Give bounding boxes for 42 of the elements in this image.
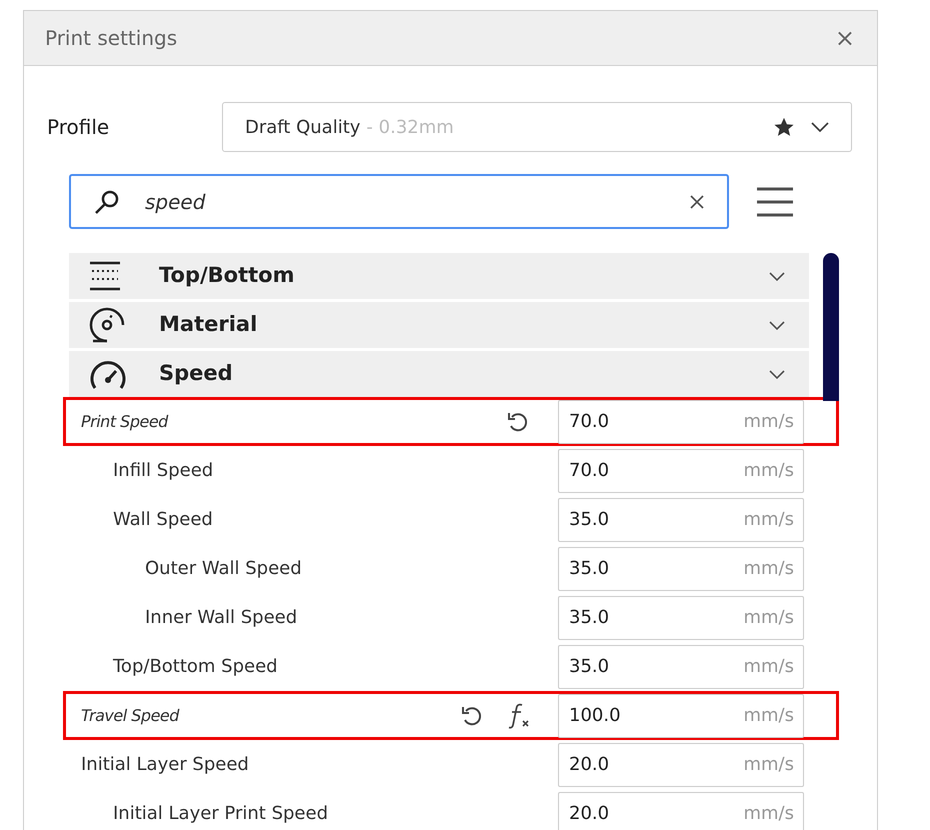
value-field[interactable]: 20.0 mm/s — [558, 742, 804, 786]
category-title: Speed — [159, 360, 233, 388]
layers-icon — [89, 260, 121, 292]
setting-label: Outer Wall Speed — [145, 557, 302, 581]
value-field[interactable]: 35.0 mm/s — [558, 546, 804, 590]
setting-label: Wall Speed — [113, 508, 213, 532]
window-title: Print settings — [45, 25, 178, 52]
value-field[interactable]: 35.0 mm/s — [558, 596, 804, 640]
chevron-down-icon — [769, 272, 785, 280]
setting-label: Initial Layer Print Speed — [113, 802, 328, 826]
category-header[interactable]: Speed — [69, 351, 809, 397]
setting-label: Print Speed — [81, 410, 168, 432]
setting-label: Infill Speed — [113, 459, 214, 483]
value-field[interactable]: 70.0 mm/s — [558, 400, 804, 444]
search-input[interactable]: speed — [145, 186, 689, 216]
value-field[interactable]: 100.0 mm/s — [558, 694, 804, 738]
formula-icon[interactable] — [508, 702, 530, 728]
category-title: Top/Bottom — [159, 262, 294, 290]
value-field[interactable]: 35.0 mm/s — [558, 644, 804, 688]
setting-label: Initial Layer Speed — [81, 753, 249, 777]
chevron-down-icon — [769, 320, 785, 330]
setting-label: Top/Bottom Speed — [113, 655, 278, 679]
chevron-down-icon — [811, 122, 829, 132]
clear-icon[interactable] — [689, 194, 705, 210]
category-title: Material — [159, 311, 258, 338]
menu-icon[interactable] — [757, 186, 793, 216]
spool-icon — [89, 307, 125, 343]
close-button[interactable]: × — [834, 26, 855, 50]
star-icon — [773, 117, 795, 137]
value-field[interactable]: 70.0 mm/s — [558, 448, 804, 492]
category-header[interactable]: Top/Bottom — [69, 253, 809, 299]
search-field[interactable]: speed — [69, 174, 729, 229]
value-field[interactable]: 35.0 mm/s — [558, 498, 804, 542]
profile-dropdown[interactable]: Draft Quality - 0.32mm — [222, 102, 852, 152]
chevron-down-icon — [769, 370, 785, 378]
setting-label: Inner Wall Speed — [145, 606, 298, 630]
gauge-icon — [89, 358, 127, 390]
setting-label: Travel Speed — [81, 704, 179, 726]
category-header[interactable]: Material — [69, 302, 809, 348]
profile-label: Profile — [47, 114, 110, 141]
scrollbar[interactable] — [823, 253, 839, 401]
value-field[interactable]: 20.0 mm/s — [558, 792, 804, 830]
